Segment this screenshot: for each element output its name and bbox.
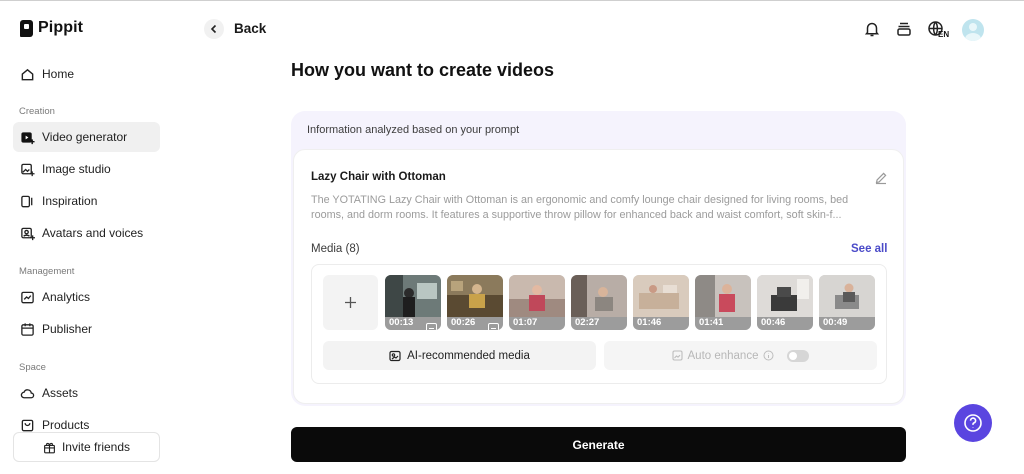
calendar-icon <box>20 322 35 337</box>
bell-icon <box>864 22 880 37</box>
video-frame <box>633 275 689 317</box>
info-icon[interactable] <box>763 350 774 361</box>
invite-friends-button[interactable]: Invite friends <box>13 432 160 462</box>
video-frame <box>571 275 627 317</box>
media-duration: 00:13 <box>389 317 414 328</box>
auto-enhance-toggle[interactable] <box>787 349 810 362</box>
invite-friends-label: Invite friends <box>61 440 131 454</box>
sidebar-item-publisher[interactable]: Publisher <box>13 314 160 344</box>
media-duration: 01:07 <box>513 317 538 328</box>
video-frame <box>385 275 441 317</box>
brand-logo[interactable]: Pippit <box>20 19 83 37</box>
media-thumbnail[interactable]: 00:46 <box>757 275 813 330</box>
media-duration: 00:26 <box>451 317 476 328</box>
sidebar-item-label: Avatars and voices <box>42 226 144 240</box>
media-thumbnail[interactable]: 00:49 <box>819 275 875 330</box>
media-duration: 01:46 <box>637 317 662 328</box>
inspiration-icon <box>20 194 35 209</box>
sidebar-item-image-studio[interactable]: Image studio <box>13 154 160 184</box>
media-thumbnail[interactable]: 02:27 <box>571 275 627 330</box>
sidebar-item-label: Inspiration <box>42 194 98 208</box>
media-thumbnail[interactable]: 01:07 <box>509 275 565 330</box>
description-line: rooms, and dorm rooms. It features a sup… <box>311 209 842 221</box>
pippit-logo-icon <box>20 19 33 37</box>
description-line: The YOTATING Lazy Chair with Ottoman is … <box>311 194 849 206</box>
video-frame <box>757 275 813 317</box>
media-duration: 00:49 <box>823 317 848 328</box>
sidebar-item-label: Video generator <box>42 130 128 144</box>
sidebar-item-avatars-voices[interactable]: Avatars and voices <box>13 218 160 248</box>
product-info-card: Lazy Chair with Ottoman The YOTATING Laz… <box>293 149 904 404</box>
auto-enhance-control[interactable]: Auto enhance <box>604 341 877 370</box>
ai-recommended-label: AI-recommended media <box>407 349 530 362</box>
gift-icon <box>44 442 55 453</box>
back-button[interactable] <box>204 19 224 39</box>
product-description: The YOTATING Lazy Chair with Ottoman is … <box>311 193 889 223</box>
media-duration: 01:41 <box>699 317 724 328</box>
auto-enhance-label: Auto enhance <box>687 349 759 362</box>
home-icon <box>20 67 35 82</box>
sidebar-item-home[interactable]: Home <box>13 59 160 89</box>
product-box-icon <box>20 418 35 433</box>
plus-icon <box>345 297 356 308</box>
media-thumbnail[interactable]: 01:41 <box>695 275 751 330</box>
sidebar-item-video-generator[interactable]: Video generator <box>13 122 160 152</box>
sidebar-item-label: Publisher <box>42 322 93 336</box>
page-title: How you want to create videos <box>291 60 555 80</box>
media-count-label: Media (8) <box>311 243 360 255</box>
sidebar-item-label: Products <box>42 418 90 432</box>
cloud-icon <box>20 386 35 401</box>
sidebar-item-analytics[interactable]: Analytics <box>13 282 160 312</box>
media-thumbnail[interactable]: 00:13 <box>385 275 441 330</box>
ai-media-icon <box>389 350 401 361</box>
video-frame <box>695 275 751 317</box>
video-frame <box>509 275 565 317</box>
video-plus-icon <box>20 130 35 145</box>
avatar-voice-icon <box>20 226 35 241</box>
section-label-management: Management <box>19 266 75 277</box>
projects-button[interactable] <box>894 19 914 39</box>
subtitle-icon <box>426 319 437 330</box>
notifications-button[interactable] <box>862 19 882 39</box>
see-all-link[interactable]: See all <box>851 243 887 255</box>
prompt-analysis-panel: Information analyzed based on your promp… <box>291 111 906 406</box>
help-button[interactable] <box>954 404 992 442</box>
panel-header: Information analyzed based on your promp… <box>307 124 520 136</box>
subtitle-icon <box>488 319 499 330</box>
media-gallery: 00:13 00:26 01:07 02:27 01:46 01:41 00:4… <box>311 264 887 384</box>
add-media-button[interactable] <box>323 275 378 330</box>
media-thumbnail[interactable]: 01:46 <box>633 275 689 330</box>
chevron-left-icon <box>210 24 217 34</box>
generate-button[interactable]: Generate <box>291 427 906 462</box>
user-avatar[interactable] <box>962 19 984 41</box>
section-label-space: Space <box>19 362 46 373</box>
media-duration: 02:27 <box>575 317 600 328</box>
sidebar-item-label: Home <box>42 67 75 81</box>
media-duration: 00:46 <box>761 317 786 328</box>
video-frame <box>819 275 875 317</box>
section-label-creation: Creation <box>19 106 55 117</box>
sidebar-item-inspiration[interactable]: Inspiration <box>13 186 160 216</box>
sidebar-item-label: Assets <box>42 386 79 400</box>
sidebar-item-assets[interactable]: Assets <box>13 378 160 408</box>
product-title: Lazy Chair with Ottoman <box>311 171 446 183</box>
brand-name: Pippit <box>38 19 84 36</box>
sidebar: Pippit Home Creation Video generator Ima… <box>0 0 175 474</box>
language-badge: EN <box>938 30 950 39</box>
edit-pencil-icon[interactable] <box>874 171 888 185</box>
media-thumbnail[interactable]: 00:26 <box>447 275 503 330</box>
video-frame <box>447 275 503 317</box>
ai-recommended-media-button[interactable]: AI-recommended media <box>323 341 596 370</box>
sidebar-item-label: Image studio <box>42 162 111 176</box>
help-question-icon <box>964 414 982 432</box>
analytics-icon <box>20 290 35 305</box>
sidebar-item-label: Analytics <box>42 290 91 304</box>
back-link[interactable]: Back <box>234 21 266 36</box>
enhance-image-icon <box>671 350 683 361</box>
stack-icon <box>897 22 911 36</box>
image-plus-icon <box>20 162 35 177</box>
